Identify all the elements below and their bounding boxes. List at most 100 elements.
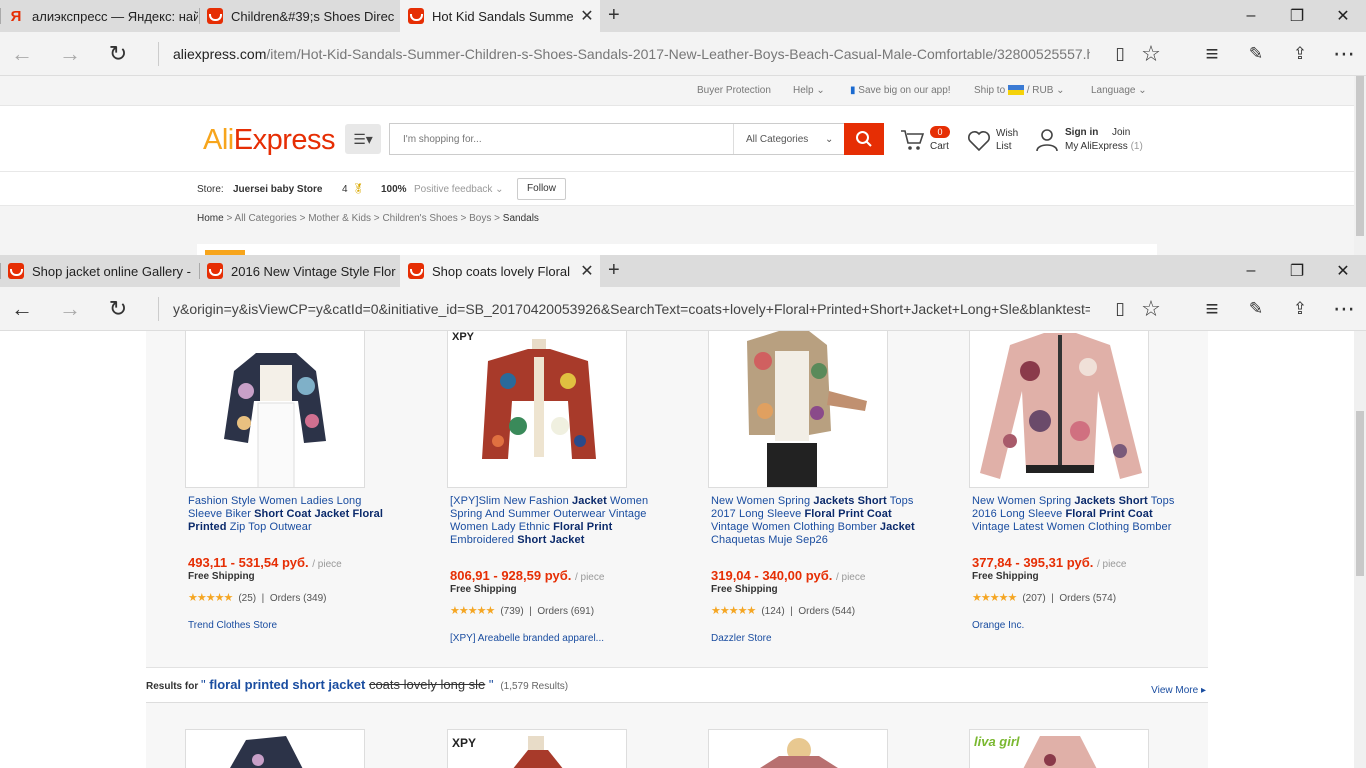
minimize-icon[interactable]: – xyxy=(1228,255,1274,287)
app-promo-link[interactable]: ▮ Save big on our app! xyxy=(850,85,951,96)
help-menu[interactable]: Help ⌄ xyxy=(793,85,825,96)
forward-icon[interactable]: → xyxy=(56,295,84,323)
category-menu-icon[interactable]: ☰▾ xyxy=(345,124,381,154)
tab-shop-jacket[interactable]: Shop jacket online Gallery - xyxy=(0,255,198,287)
product-image[interactable]: XPY xyxy=(447,331,627,488)
close-tab-icon[interactable]: ✕ xyxy=(574,6,600,26)
ship-to-menu[interactable]: Ship to / RUB ⌄ xyxy=(974,85,1065,96)
product-area-peek xyxy=(0,230,1354,256)
share-icon[interactable]: ⇪ xyxy=(1286,40,1314,68)
scrollbar-thumb[interactable] xyxy=(1356,76,1364,236)
language-menu[interactable]: Language ⌄ xyxy=(1091,85,1147,96)
positive-feedback-menu[interactable]: Positive feedback ⌄ xyxy=(414,184,504,195)
hub-icon[interactable]: ≡ xyxy=(1198,295,1226,323)
order-count: Orders (574) xyxy=(1059,593,1117,604)
product-image[interactable] xyxy=(969,331,1149,488)
heart-icon[interactable] xyxy=(967,130,991,152)
join-link[interactable]: Join xyxy=(1112,127,1130,138)
review-count[interactable]: (739) xyxy=(500,606,523,617)
follow-button[interactable]: Follow xyxy=(517,178,566,200)
web-note-icon[interactable]: ✎ xyxy=(1242,40,1270,68)
new-tab-icon[interactable]: + xyxy=(608,4,620,27)
more-icon[interactable]: ⋯ xyxy=(1330,40,1358,68)
product-image[interactable] xyxy=(708,331,888,488)
buyer-protection-link[interactable]: Buyer Protection xyxy=(697,85,771,96)
review-count[interactable]: (25) xyxy=(238,593,256,604)
tab-shop-coats[interactable]: Shop coats lovely Floral ✕ xyxy=(400,255,600,287)
query-active[interactable]: floral printed short jacket xyxy=(209,677,365,692)
scrollbar[interactable] xyxy=(1354,331,1366,768)
new-tab-icon[interactable]: + xyxy=(608,259,620,282)
cart-icon[interactable] xyxy=(900,128,924,152)
search-input[interactable]: I'm shopping for... xyxy=(403,134,482,145)
scrollbar[interactable] xyxy=(1354,76,1366,256)
search-button[interactable] xyxy=(844,123,884,155)
close-window-icon[interactable]: ✕ xyxy=(1320,255,1366,287)
reading-view-icon[interactable]: ▯ xyxy=(1106,40,1134,68)
store-link[interactable]: [XPY] Areabelle branded apparel... xyxy=(450,633,604,644)
web-note-icon[interactable]: ✎ xyxy=(1242,295,1270,323)
refresh-icon[interactable]: ↻ xyxy=(104,295,132,323)
refresh-icon[interactable]: ↻ xyxy=(104,40,132,68)
my-aliexpress-link[interactable]: My AliExpress (1) xyxy=(1065,141,1143,152)
maximize-icon[interactable]: ❐ xyxy=(1274,0,1320,32)
tab-strip-2: Shop jacket online Gallery - 2016 New Vi… xyxy=(0,255,1366,287)
cart-count-badge: 0 xyxy=(930,126,950,138)
free-shipping-label: Free Shipping xyxy=(972,571,1039,582)
hub-icon[interactable]: ≡ xyxy=(1198,40,1226,68)
order-count: Orders (691) xyxy=(537,606,595,617)
category-select[interactable]: All Categories ⌄ xyxy=(733,124,845,154)
tab-title: Shop coats lovely Floral xyxy=(432,263,571,279)
breadcrumb-item[interactable]: Children's Shoes xyxy=(382,213,457,224)
product-image[interactable] xyxy=(185,331,365,488)
close-tab-icon[interactable]: ✕ xyxy=(574,261,600,281)
list-label[interactable]: List xyxy=(996,141,1012,152)
cart-label[interactable]: Cart xyxy=(930,141,949,152)
scrollbar-thumb[interactable] xyxy=(1356,411,1364,576)
close-window-icon[interactable]: ✕ xyxy=(1320,0,1366,32)
product-image[interactable] xyxy=(185,729,365,768)
store-name-link[interactable]: Juersei baby Store xyxy=(233,184,322,195)
product-rating: ★★★★★ (25) | Orders (349) xyxy=(188,592,327,604)
breadcrumb-home[interactable]: Home xyxy=(197,213,224,224)
aliexpress-logo[interactable]: AliExpress xyxy=(203,124,336,157)
breadcrumb-item[interactable]: Boys xyxy=(469,213,491,224)
tab-yandex[interactable]: Я алиэкспресс — Яндекс: най xyxy=(0,0,198,32)
forward-icon[interactable]: → xyxy=(56,40,84,68)
tab-vintage-style[interactable]: 2016 New Vintage Style Flor xyxy=(199,255,399,287)
rating-stars-icon: ★★★★★ xyxy=(188,592,233,604)
store-link[interactable]: Dazzler Store xyxy=(711,633,772,644)
wish-label[interactable]: Wish xyxy=(996,128,1018,139)
share-icon[interactable]: ⇪ xyxy=(1286,295,1314,323)
tab-childrens-shoes[interactable]: Children&#39;s Shoes Direc xyxy=(199,0,399,32)
review-count[interactable]: (207) xyxy=(1022,593,1045,604)
product-image[interactable] xyxy=(708,729,888,768)
maximize-icon[interactable]: ❐ xyxy=(1274,255,1320,287)
product-title-link[interactable]: New Women Spring Jackets Short Tops 2017… xyxy=(711,495,916,547)
rating-stars-icon: ★★★★★ xyxy=(711,605,756,617)
minimize-icon[interactable]: – xyxy=(1228,0,1274,32)
url-field[interactable]: aliexpress.com/item/Hot-Kid-Sandals-Summ… xyxy=(158,42,1090,66)
product-title-link[interactable]: [XPY]Slim New Fashion Jacket Women Sprin… xyxy=(450,495,655,547)
product-title-link[interactable]: New Women Spring Jackets Short Tops 2016… xyxy=(972,495,1177,534)
sign-in-link[interactable]: Sign in xyxy=(1065,127,1098,138)
url-field[interactable]: y&origin=y&isViewCP=y&catId=0&initiative… xyxy=(158,297,1090,321)
back-icon[interactable]: ← xyxy=(8,40,36,68)
product-image[interactable]: liva girl xyxy=(969,729,1149,768)
tab-hot-kid-sandals[interactable]: Hot Kid Sandals Summe ✕ xyxy=(400,0,600,32)
product-image[interactable]: XPY xyxy=(447,729,627,768)
breadcrumb-item[interactable]: All Categories xyxy=(235,213,297,224)
review-count[interactable]: (124) xyxy=(761,606,784,617)
favorite-star-icon[interactable]: ☆ xyxy=(1137,295,1165,323)
product-title-link[interactable]: Fashion Style Women Ladies Long Sleeve B… xyxy=(188,495,393,534)
address-bar-2: ← → ↻ y&origin=y&isViewCP=y&catId=0&init… xyxy=(0,287,1366,331)
user-icon[interactable] xyxy=(1036,128,1058,152)
more-icon[interactable]: ⋯ xyxy=(1330,295,1358,323)
store-link[interactable]: Orange Inc. xyxy=(972,620,1024,631)
back-icon[interactable]: ← xyxy=(8,295,36,323)
view-more-link[interactable]: View More ▸ xyxy=(1151,685,1206,696)
store-link[interactable]: Trend Clothes Store xyxy=(188,620,277,631)
favorite-star-icon[interactable]: ☆ xyxy=(1137,40,1165,68)
breadcrumb-item[interactable]: Mother & Kids xyxy=(308,213,371,224)
reading-view-icon[interactable]: ▯ xyxy=(1106,295,1134,323)
